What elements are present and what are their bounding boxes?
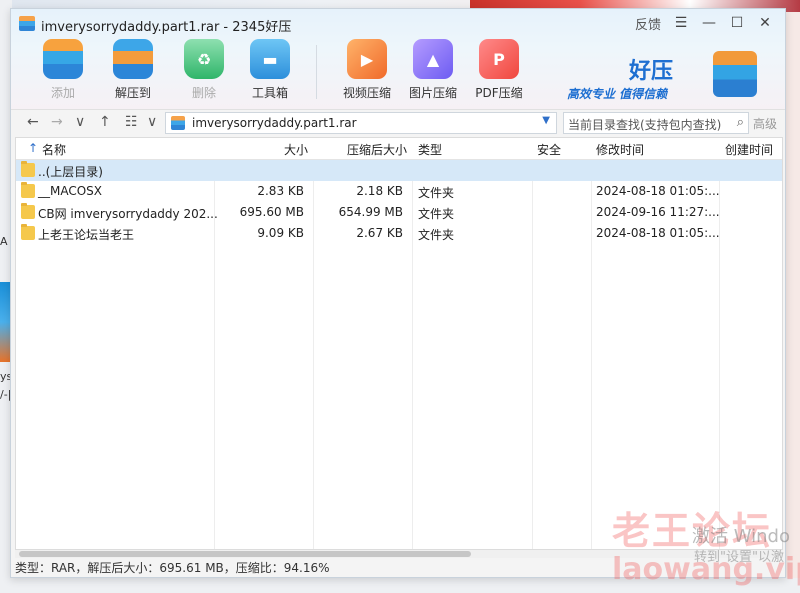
scrollbar-thumb[interactable] — [19, 551, 471, 557]
menu-icon[interactable]: ☰ — [667, 13, 695, 33]
image-compress-label: 图片压缩 — [408, 86, 457, 100]
search-input[interactable]: 当前目录查找(支持包内查找) — [568, 116, 721, 133]
column-type[interactable]: 类型 — [418, 141, 442, 158]
brand-area: 好压 高效专业 值得信赖 — [567, 51, 757, 105]
row-type: 文件夹 — [418, 207, 455, 221]
window-title: imverysorrydaddy.part1.rar - 2345好压 — [41, 20, 292, 35]
window-controls: 反馈 ☰ — ☐ ✕ — [629, 13, 779, 33]
advanced-search-button[interactable]: 高级 — [753, 115, 777, 132]
image-icon: ▲ — [413, 39, 453, 79]
app-icon — [19, 16, 35, 31]
feedback-button[interactable]: 反馈 — [629, 13, 667, 33]
row-size: 2.83 KB — [257, 184, 304, 198]
file-list[interactable]: ↑ 名称 大小 压缩后大小 类型 安全 修改时间 创建时间 ..(上层目录) _… — [15, 137, 783, 550]
archive-add-icon — [43, 39, 83, 79]
image-compress-button[interactable]: ▲ 图片压缩 — [405, 39, 461, 103]
video-compress-button[interactable]: ▶ 视频压缩 — [339, 39, 395, 103]
pdf-compress-button[interactable]: P PDF压缩 — [471, 39, 527, 103]
archive-icon — [171, 116, 185, 130]
row-name: __MACOSX — [38, 184, 103, 198]
column-name[interactable]: 名称 — [42, 141, 66, 158]
back-arrow-icon[interactable]: ← — [27, 114, 39, 130]
row-size: 695.60 MB — [239, 205, 304, 219]
row-modified: 2024-08-18 01:05:... — [596, 226, 720, 240]
recycle-bin-icon: ♻ — [184, 39, 224, 79]
row-size: 9.09 KB — [257, 226, 304, 240]
delete-button[interactable]: ♻ 删除 — [176, 39, 232, 103]
pdf-compress-label: PDF压缩 — [475, 86, 523, 100]
add-button[interactable]: 添加 — [35, 39, 91, 103]
brand-slogan: 高效专业 值得信赖 — [567, 87, 668, 101]
folder-icon — [21, 182, 35, 198]
title-bar[interactable]: imverysorrydaddy.part1.rar - 2345好压 反馈 ☰… — [11, 9, 785, 37]
navigation-bar: ← → ∨ ↑ ☷ ∨ imverysorrydaddy.part1.rar ▼… — [11, 109, 785, 135]
brand-archive-icon — [713, 51, 757, 97]
maximize-button[interactable]: ☐ — [723, 13, 751, 33]
folder-icon — [21, 203, 35, 219]
pdf-icon: P — [479, 39, 519, 79]
video-icon: ▶ — [347, 39, 387, 79]
row-name: CB网 imverysorrydaddy 202... — [38, 207, 218, 221]
column-security[interactable]: 安全 — [537, 141, 561, 158]
column-packed-size[interactable]: 压缩后大小 — [347, 141, 407, 158]
search-icon[interactable]: ⌕ — [737, 115, 744, 130]
column-header: ↑ 名称 大小 压缩后大小 类型 安全 修改时间 创建时间 — [16, 138, 782, 160]
table-row[interactable]: __MACOSX 2.83 KB 2.18 KB 文件夹 2024-08-18 … — [16, 181, 782, 202]
desktop-app-tile — [0, 282, 10, 362]
folder-icon — [21, 224, 35, 240]
row-type: 文件夹 — [418, 186, 455, 200]
row-name: 上老王论坛当老王 — [38, 228, 135, 242]
add-label: 添加 — [50, 86, 75, 100]
view-mode-dropdown-icon[interactable]: ∨ — [147, 114, 157, 130]
minimize-button[interactable]: — — [695, 13, 723, 33]
row-packed-size: 2.67 KB — [356, 226, 403, 240]
forward-arrow-icon[interactable]: → — [51, 114, 63, 130]
activate-windows-text: 激活 Windo — [692, 526, 790, 547]
column-modified[interactable]: 修改时间 — [596, 141, 644, 158]
row-name: ..(上层目录) — [38, 165, 103, 179]
row-packed-size: 2.18 KB — [356, 184, 403, 198]
address-dropdown-icon[interactable]: ▼ — [542, 115, 550, 126]
toolbox-icon: ▬ — [250, 39, 290, 79]
toolbar-separator — [316, 45, 317, 99]
close-button[interactable]: ✕ — [751, 13, 779, 33]
haozip-window: imverysorrydaddy.part1.rar - 2345好压 反馈 ☰… — [10, 8, 786, 578]
sort-ascending-icon: ↑ — [28, 141, 39, 155]
address-bar[interactable]: imverysorrydaddy.part1.rar ▼ — [165, 112, 557, 134]
video-compress-label: 视频压缩 — [342, 86, 391, 100]
folder-icon — [21, 161, 35, 177]
watermark-url: laowang.vip — [612, 552, 800, 587]
history-dropdown-icon[interactable]: ∨ — [75, 114, 85, 130]
view-mode-icon[interactable]: ☷ — [125, 114, 138, 130]
brand-logo: 好压 — [629, 59, 674, 84]
row-modified: 2024-08-18 01:05:... — [596, 184, 720, 198]
archive-extract-icon — [113, 39, 153, 79]
toolbar: 添加 解压到 ♻ 删除 ▬ 工具箱 ▶ 视频压缩 ▲ 图片压缩 P PDF压缩 … — [11, 37, 785, 107]
desktop-label-a: A — [0, 235, 8, 248]
row-packed-size: 654.99 MB — [338, 205, 403, 219]
table-row[interactable]: CB网 imverysorrydaddy 202... 695.60 MB 65… — [16, 202, 782, 223]
column-created[interactable]: 创建时间 — [725, 141, 773, 158]
tools-button[interactable]: ▬ 工具箱 — [242, 39, 298, 103]
extract-button[interactable]: 解压到 — [105, 39, 161, 103]
status-bar: 类型：RAR，解压后大小：695.61 MB，压缩比：94.16% — [15, 561, 330, 575]
delete-label: 删除 — [191, 86, 216, 100]
table-row-parent[interactable]: ..(上层目录) — [16, 160, 782, 181]
search-box[interactable]: 当前目录查找(支持包内查找) ⌕ — [563, 112, 749, 134]
column-size[interactable]: 大小 — [284, 141, 308, 158]
table-row[interactable]: 上老王论坛当老王 9.09 KB 2.67 KB 文件夹 2024-08-18 … — [16, 223, 782, 244]
tools-label: 工具箱 — [251, 86, 288, 100]
up-arrow-icon[interactable]: ↑ — [99, 114, 111, 130]
extract-label: 解压到 — [114, 86, 151, 100]
row-type: 文件夹 — [418, 228, 455, 242]
address-text: imverysorrydaddy.part1.rar — [192, 116, 357, 130]
row-modified: 2024-09-16 11:27:... — [596, 205, 720, 219]
